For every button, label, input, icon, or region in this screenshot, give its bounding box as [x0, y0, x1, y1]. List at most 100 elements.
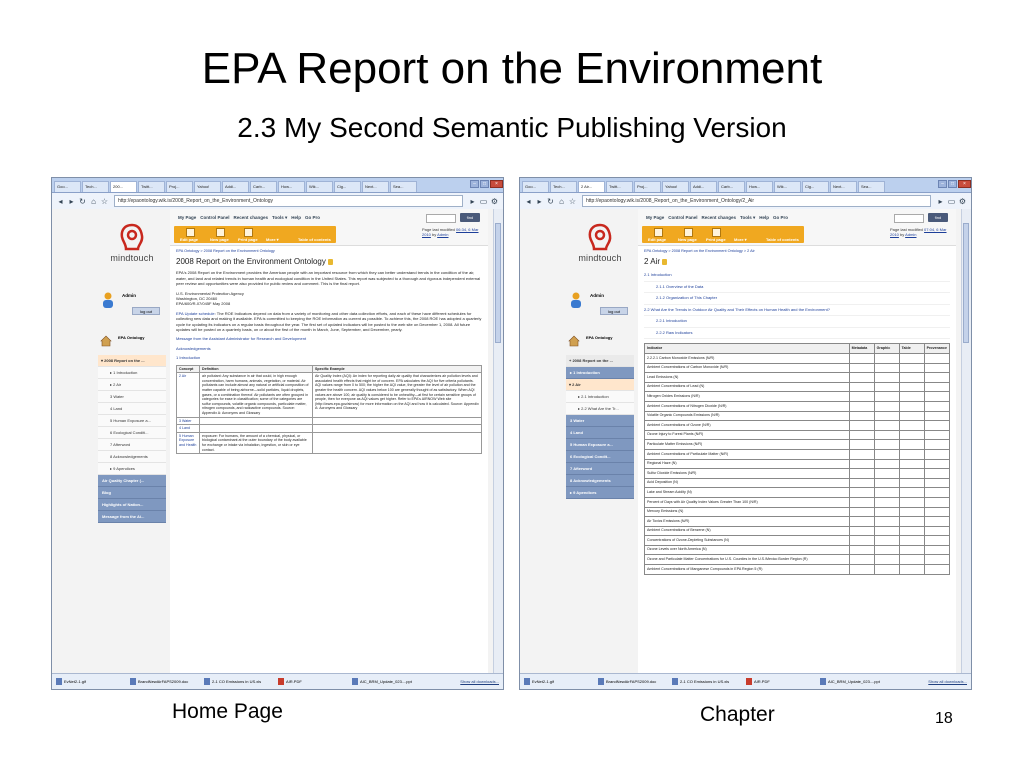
- search-input[interactable]: [426, 214, 456, 223]
- download-item[interactable]: BrandNewAirFAPS2009.doc: [130, 678, 200, 685]
- vertical-scrollbar[interactable]: [961, 209, 971, 674]
- browser-tab[interactable]: Tech...: [550, 181, 577, 192]
- logout-button[interactable]: log out: [600, 307, 628, 315]
- show-all-downloads-link[interactable]: Show all downloads...: [928, 679, 967, 684]
- new-page-button[interactable]: New page: [210, 237, 229, 242]
- sidebar-item[interactable]: 8 Acknowledgements: [98, 451, 166, 463]
- download-item[interactable]: AIR.PDF: [278, 678, 348, 685]
- sidebar-item[interactable]: 3 Water: [566, 415, 634, 427]
- browser-tab[interactable]: 2 Air...: [578, 181, 605, 192]
- top-link[interactable]: My Page: [646, 215, 664, 220]
- top-link[interactable]: Tools ▾: [740, 215, 755, 220]
- address-bar[interactable]: http://epaontology.wik.is/2008_Report_on…: [582, 195, 931, 207]
- browser-tab[interactable]: Next...: [362, 181, 389, 192]
- wrench-icon[interactable]: ⚙: [957, 197, 968, 206]
- browser-tab[interactable]: Addi...: [690, 181, 717, 192]
- more-menu-button[interactable]: More ▾: [266, 237, 279, 242]
- sidebar-item[interactable]: ▾ 2008 Report on the ...: [98, 355, 166, 367]
- update-schedule-link[interactable]: EPA Update schedule: [176, 311, 215, 316]
- concept-cell[interactable]: 2 Air: [176, 372, 200, 418]
- toc-link[interactable]: 2.2.2 Raw Indicators: [644, 328, 950, 340]
- sidebar-item[interactable]: 4 Land: [98, 403, 166, 415]
- top-link[interactable]: Help: [759, 215, 769, 220]
- browser-tab[interactable]: Twitt...: [138, 181, 165, 192]
- message-link[interactable]: Message from the Assistant Administrator…: [176, 336, 482, 341]
- download-item[interactable]: EvNet2-1.gif: [56, 678, 126, 685]
- reload-icon[interactable]: ↻: [77, 197, 88, 206]
- download-item[interactable]: AIR.PDF: [746, 678, 816, 685]
- top-link[interactable]: Recent changes: [702, 215, 737, 220]
- sidebar-item[interactable]: Air Quality Chapter (...: [98, 475, 166, 487]
- browser-tab[interactable]: Proj...: [166, 181, 193, 192]
- back-arrow-icon[interactable]: ◂: [523, 197, 534, 206]
- username[interactable]: Admin: [122, 293, 136, 298]
- home-icon[interactable]: ⌂: [88, 197, 99, 206]
- sidebar-item[interactable]: ▸ 1 Introduction: [566, 367, 634, 379]
- print-page-button[interactable]: Print page: [706, 237, 726, 242]
- username[interactable]: Admin: [590, 293, 604, 298]
- browser-tab[interactable]: Sea...: [858, 181, 885, 192]
- sidebar-item[interactable]: ▸ 9 Apendices: [98, 463, 166, 475]
- toc-link[interactable]: 2.2.1 Introduction: [644, 316, 950, 328]
- bookmark-star-icon[interactable]: ☆: [567, 197, 578, 206]
- last-modified-user[interactable]: Admin: [905, 232, 916, 237]
- edit-page-button[interactable]: Edit page: [648, 237, 666, 242]
- browser-tab[interactable]: Proj...: [634, 181, 661, 192]
- minimize-button[interactable]: –: [470, 180, 479, 188]
- logout-button[interactable]: log out: [132, 307, 160, 315]
- sidebar-item[interactable]: ▸ 2 Air: [98, 379, 166, 391]
- browser-tab[interactable]: Tech...: [82, 181, 109, 192]
- browser-tab[interactable]: Sea...: [390, 181, 417, 192]
- vertical-scrollbar[interactable]: [493, 209, 503, 674]
- sidebar-item[interactable]: ▾ 2 Air: [566, 379, 634, 391]
- concept-cell[interactable]: 4 Land: [176, 424, 200, 433]
- sidebar-item[interactable]: 8 Acknowledgements: [566, 475, 634, 487]
- sidebar-item[interactable]: 4 Land: [566, 427, 634, 439]
- home-icon[interactable]: ⌂: [556, 197, 567, 206]
- breadcrumb[interactable]: EPA Ontology > 2008 Report on the Enviro…: [644, 249, 950, 254]
- address-bar[interactable]: http://epaontology.wik.is/2008_Report_on…: [114, 195, 463, 207]
- sidebar-item[interactable]: Highlights of Nation...: [98, 499, 166, 511]
- sidebar-item[interactable]: 7 Afterword: [566, 463, 634, 475]
- bookmark-star-icon[interactable]: ☆: [99, 197, 110, 206]
- close-window-button[interactable]: ×: [958, 180, 971, 188]
- top-link[interactable]: Control Panel: [200, 215, 229, 220]
- maximize-button[interactable]: □: [480, 180, 489, 188]
- browser-tab[interactable]: Yahoo!: [662, 181, 689, 192]
- browser-tab[interactable]: How...: [746, 181, 773, 192]
- browser-tab[interactable]: Cig...: [802, 181, 829, 192]
- minimize-button[interactable]: –: [938, 180, 947, 188]
- top-link[interactable]: Help: [291, 215, 301, 220]
- sidebar-item[interactable]: 6 Ecological Conditi...: [98, 427, 166, 439]
- download-item[interactable]: 2-1 CO Emissions in US.xls: [672, 678, 742, 685]
- download-item[interactable]: AIC_BRM_Update_023....ppt: [820, 678, 890, 685]
- breadcrumb[interactable]: EPA Ontology > 2008 Report on the Enviro…: [176, 249, 482, 254]
- scrollbar-thumb[interactable]: [495, 223, 501, 343]
- browser-tab[interactable]: 200...: [110, 181, 137, 192]
- browser-tab[interactable]: Twitt...: [606, 181, 633, 192]
- download-item[interactable]: AIC_BRM_Update_023....ppt: [352, 678, 422, 685]
- forward-arrow-icon[interactable]: ▸: [66, 197, 77, 206]
- browser-tab[interactable]: Carb...: [250, 181, 277, 192]
- sidebar-item[interactable]: Message from the Ai...: [98, 511, 166, 523]
- top-link[interactable]: Tools ▾: [272, 215, 287, 220]
- top-link[interactable]: Go Pro: [773, 215, 788, 220]
- scrollbar-thumb[interactable]: [963, 223, 969, 343]
- top-link[interactable]: Go Pro: [305, 215, 320, 220]
- find-button[interactable]: find: [928, 213, 948, 222]
- page-menu-icon[interactable]: ▭: [478, 197, 489, 206]
- print-page-button[interactable]: Print page: [238, 237, 258, 242]
- concept-cell[interactable]: 3 Water: [176, 416, 200, 426]
- toc-link[interactable]: 2.2 What Are the Trends in Outdoor Air Q…: [644, 305, 950, 317]
- last-modified-user[interactable]: Admin: [437, 232, 448, 237]
- sidebar-item[interactable]: ▸ 1 Introduction: [98, 367, 166, 379]
- find-button[interactable]: find: [460, 213, 480, 222]
- wrench-icon[interactable]: ⚙: [489, 197, 500, 206]
- browser-tab[interactable]: Yahoo!: [194, 181, 221, 192]
- table-of-contents-button[interactable]: Table of contents: [298, 237, 331, 242]
- browser-tab[interactable]: How...: [278, 181, 305, 192]
- top-link[interactable]: Recent changes: [234, 215, 269, 220]
- download-item[interactable]: EvNet2-1.gif: [524, 678, 594, 685]
- browser-tab[interactable]: Cig...: [334, 181, 361, 192]
- browser-tab[interactable]: Goo...: [522, 181, 549, 192]
